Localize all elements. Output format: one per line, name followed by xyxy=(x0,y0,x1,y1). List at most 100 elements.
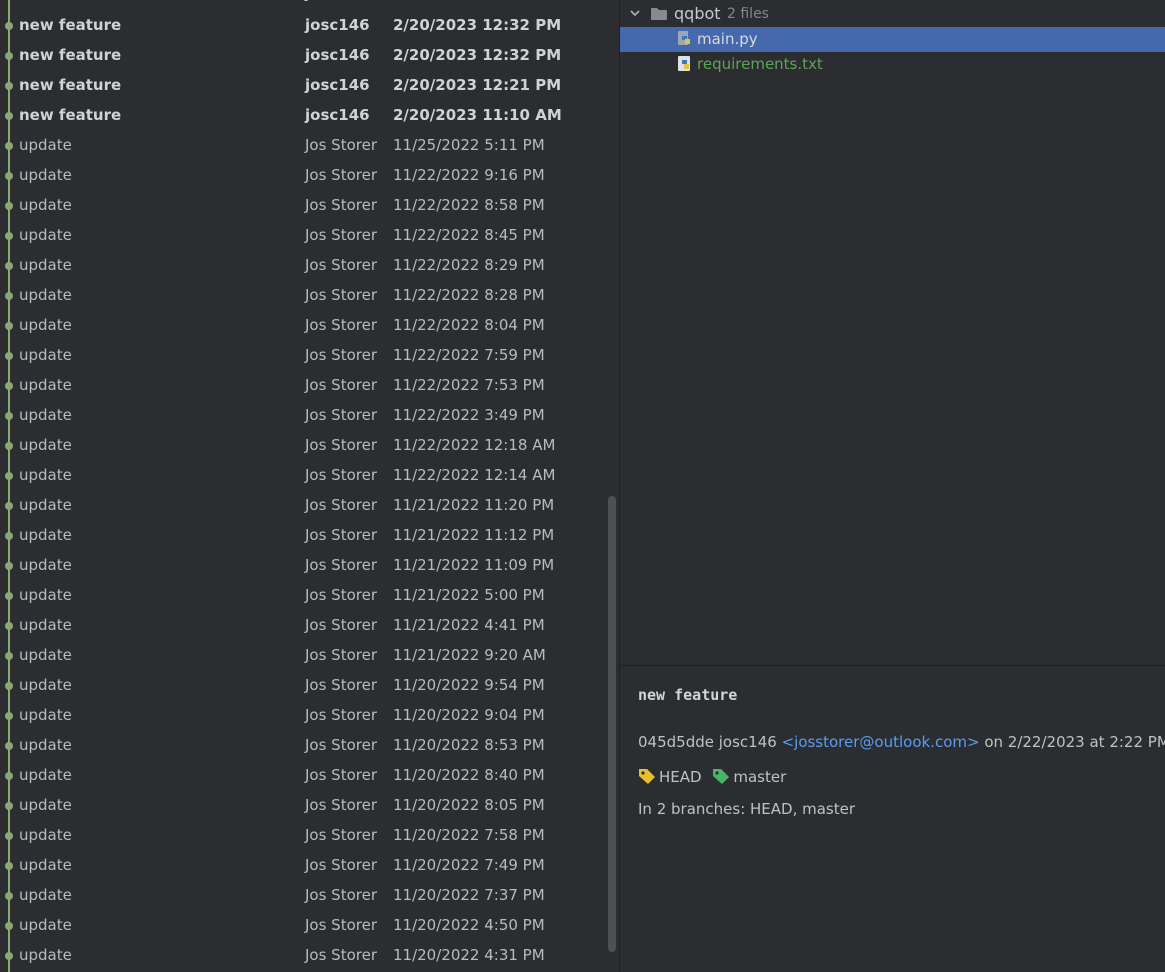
commit-row[interactable]: update Jos Storer 11/22/2022 8:28 PM xyxy=(0,281,605,311)
commit-author: josc146 xyxy=(305,76,370,94)
commit-graph-node xyxy=(5,592,13,600)
commit-message: update xyxy=(19,196,72,214)
commit-author: josc146 xyxy=(305,106,370,124)
commit-graph-node xyxy=(5,82,13,90)
commit-row[interactable]: update Jos Storer 11/22/2022 8:29 PM xyxy=(0,251,605,281)
commit-row[interactable]: new feature josc146 2/20/2023 12:40 PM xyxy=(0,0,605,9)
commit-row[interactable]: update Jos Storer 11/20/2022 9:04 PM xyxy=(0,701,605,731)
commit-row[interactable]: update Jos Storer 11/22/2022 7:59 PM xyxy=(0,341,605,371)
commit-message: update xyxy=(19,526,72,544)
commit-message: update xyxy=(19,826,72,844)
commit-graph-node xyxy=(5,472,13,480)
chevron-down-icon[interactable] xyxy=(628,6,642,20)
ref-head[interactable]: HEAD xyxy=(659,768,702,786)
commit-date: 11/20/2022 4:50 PM xyxy=(393,916,545,934)
commit-row[interactable]: update Jos Storer 11/20/2022 7:49 PM xyxy=(0,851,605,881)
commit-row[interactable]: new feature josc146 2/20/2023 12:32 PM xyxy=(0,11,605,41)
commit-row[interactable]: update Jos Storer 11/20/2022 7:58 PM xyxy=(0,821,605,851)
commit-log-panel: new featurejosc1462/20/2023 12:40 PM new … xyxy=(0,0,605,972)
commit-graph-node xyxy=(5,202,13,210)
commit-row[interactable]: update Jos Storer 11/20/2022 4:31 PM xyxy=(0,941,605,971)
commit-meta: 045d5dde josc146 <josstorer@outlook.com>… xyxy=(638,733,1165,751)
commit-graph-node xyxy=(5,382,13,390)
commit-graph-node xyxy=(5,682,13,690)
commit-message: new feature xyxy=(19,76,122,94)
commit-refs: HEAD master xyxy=(638,767,786,786)
folder-icon xyxy=(651,8,667,20)
commit-message: update xyxy=(19,556,72,574)
commit-date: 11/20/2022 7:37 PM xyxy=(393,886,545,904)
python-file-icon xyxy=(678,31,690,45)
commit-graph-node xyxy=(5,772,13,780)
commit-row[interactable]: update Jos Storer 11/20/2022 9:54 PM xyxy=(0,671,605,701)
commit-message: update xyxy=(19,466,72,484)
commit-row[interactable]: update Jos Storer 11/21/2022 11:09 PM xyxy=(0,551,605,581)
commit-date: 11/25/2022 5:11 PM xyxy=(393,136,545,154)
commit-row[interactable]: update Jos Storer 11/25/2022 5:11 PM xyxy=(0,131,605,161)
commit-date: 11/22/2022 9:16 PM xyxy=(393,166,545,184)
commit-message: update xyxy=(19,676,72,694)
commit-date: 11/21/2022 11:12 PM xyxy=(393,526,555,544)
commit-row[interactable]: update Jos Storer 11/20/2022 8:05 PM xyxy=(0,791,605,821)
commit-hash[interactable]: 045d5dde xyxy=(638,733,714,751)
commit-row[interactable]: update Jos Storer 11/22/2022 12:18 AM xyxy=(0,431,605,461)
commit-date: 2/20/2023 11:10 AM xyxy=(393,106,562,124)
commit-row[interactable]: update Jos Storer 11/21/2022 5:00 PM xyxy=(0,581,605,611)
commit-row[interactable]: update Jos Storer 11/20/2022 8:53 PM xyxy=(0,731,605,761)
commit-author: Jos Storer xyxy=(305,256,377,274)
commit-graph-node xyxy=(5,622,13,630)
commit-author: Jos Storer xyxy=(305,646,377,664)
commit-message: update xyxy=(19,796,72,814)
commit-title: new feature xyxy=(638,686,738,704)
commit-message: update xyxy=(19,226,72,244)
commit-author: Jos Storer xyxy=(305,136,377,154)
commit-row[interactable]: update Jos Storer 11/22/2022 3:49 PM xyxy=(0,401,605,431)
commit-row[interactable]: update Jos Storer 11/20/2022 7:37 PM xyxy=(0,881,605,911)
commit-author: Jos Storer xyxy=(305,286,377,304)
commit-author: Jos Storer xyxy=(305,946,377,964)
folder-name: qqbot xyxy=(674,4,721,23)
commit-date: 11/22/2022 8:45 PM xyxy=(393,226,545,244)
commit-graph-node xyxy=(5,412,13,420)
commit-row[interactable]: new feature josc146 2/20/2023 12:32 PM xyxy=(0,41,605,71)
commit-message: new feature xyxy=(19,106,122,124)
commit-row[interactable]: update Jos Storer 11/22/2022 12:14 AM xyxy=(0,461,605,491)
commit-author: Jos Storer xyxy=(305,376,377,394)
changed-files-panel: qqbot 2 files main.py requirements.txt xyxy=(620,0,1165,972)
commit-message: update xyxy=(19,946,72,964)
commit-author: Jos Storer xyxy=(305,586,377,604)
commit-email-link[interactable]: <josstorer@outlook.com> xyxy=(782,733,980,751)
commit-row[interactable]: update Jos Storer 11/22/2022 8:04 PM xyxy=(0,311,605,341)
commit-message: update xyxy=(19,346,72,364)
commit-row[interactable]: new feature josc146 2/20/2023 12:21 PM xyxy=(0,71,605,101)
commit-date: 2/20/2023 12:21 PM xyxy=(393,76,562,94)
commit-row[interactable]: update Jos Storer 11/22/2022 7:53 PM xyxy=(0,371,605,401)
commit-row[interactable]: update Jos Storer 11/21/2022 11:12 PM xyxy=(0,521,605,551)
commit-row[interactable]: update Jos Storer 11/21/2022 9:20 AM xyxy=(0,641,605,671)
file-row-requirements-txt[interactable]: requirements.txt xyxy=(620,52,1165,77)
commit-date: 11/21/2022 4:41 PM xyxy=(393,616,545,634)
commit-date: 11/20/2022 8:53 PM xyxy=(393,736,545,754)
commit-row[interactable]: update Jos Storer 11/22/2022 8:45 PM xyxy=(0,221,605,251)
commit-author: Jos Storer xyxy=(305,526,377,544)
commit-message: new feature xyxy=(19,16,122,34)
commit-row[interactable]: update Jos Storer 11/20/2022 4:50 PM xyxy=(0,911,605,941)
commit-row[interactable]: update Jos Storer 11/22/2022 9:16 PM xyxy=(0,161,605,191)
commit-row[interactable]: update Jos Storer 11/21/2022 4:41 PM xyxy=(0,611,605,641)
commit-row[interactable]: update Jos Storer 11/20/2022 8:40 PM xyxy=(0,761,605,791)
commit-row[interactable]: update Jos Storer 11/22/2022 8:58 PM xyxy=(0,191,605,221)
commit-author: Jos Storer xyxy=(305,556,377,574)
commit-date: 11/21/2022 5:00 PM xyxy=(393,586,545,604)
commit-date: 11/20/2022 4:31 PM xyxy=(393,946,545,964)
ref-master[interactable]: master xyxy=(733,768,786,786)
commit-graph-node xyxy=(5,862,13,870)
file-row-main-py[interactable]: main.py xyxy=(620,27,1165,52)
commit-row[interactable]: new feature josc146 2/20/2023 11:10 AM xyxy=(0,101,605,131)
commit-graph-node xyxy=(5,502,13,510)
details-splitter[interactable] xyxy=(620,665,1165,666)
commit-graph-node xyxy=(5,232,13,240)
folder-node-qqbot[interactable]: qqbot 2 files xyxy=(620,2,1165,26)
log-scrollbar-thumb[interactable] xyxy=(608,496,616,952)
commit-row[interactable]: update Jos Storer 11/21/2022 11:20 PM xyxy=(0,491,605,521)
commit-date: 11/20/2022 9:04 PM xyxy=(393,706,545,724)
